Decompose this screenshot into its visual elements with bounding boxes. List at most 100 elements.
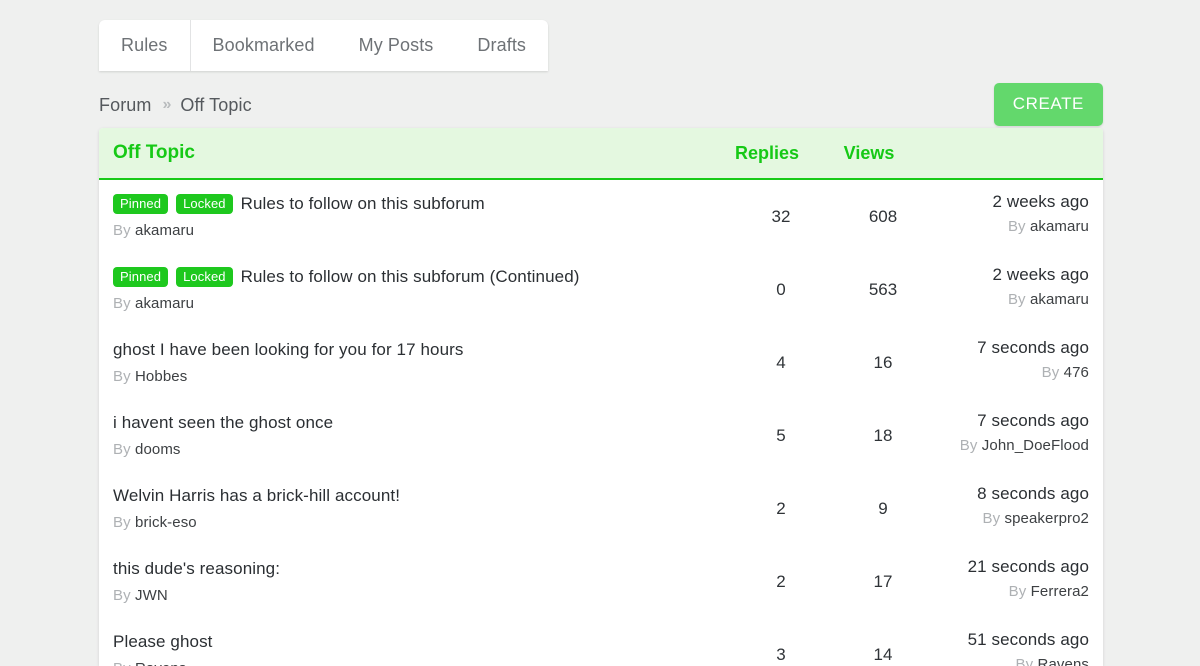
by-keyword: By <box>113 222 131 239</box>
tab-rules[interactable]: Rules <box>99 20 191 71</box>
last-activity-time: 51 seconds ago <box>967 630 1089 649</box>
thread-author: By dooms <box>113 441 333 458</box>
thread-author: By brick-eso <box>113 514 400 531</box>
table-row[interactable]: Please ghostBy Ravens31451 seconds agoBy… <box>99 618 1103 666</box>
tab-drafts[interactable]: Drafts <box>455 20 548 71</box>
forum-page: Rules Bookmarked My Posts Drafts Forum » Of… <box>0 0 1200 666</box>
by-keyword: By <box>1015 656 1034 666</box>
last-activity: 2 weeks ago By akamaru <box>992 265 1089 308</box>
by-keyword: By <box>959 437 978 454</box>
cell-views: 16 <box>873 352 893 372</box>
last-activity-time: 2 weeks ago <box>992 265 1089 284</box>
table-row[interactable]: ghost I have been looking for you for 17… <box>99 326 1103 399</box>
last-activity: 7 seconds ago By 476 <box>977 338 1089 381</box>
thread-author-name[interactable]: brick-eso <box>135 514 197 531</box>
by-keyword: By <box>1008 583 1027 600</box>
thread-table-card: Off Topic Replies Views Pinned Locked Rule… <box>99 128 1103 666</box>
last-activity-author: By Ferrera2 <box>968 583 1089 600</box>
thread-author-name[interactable]: akamaru <box>135 295 194 312</box>
table-row[interactable]: i havent seen the ghost once By dooms 5 18 7… <box>99 399 1103 472</box>
last-activity-author: By 476 <box>977 364 1089 381</box>
thread-author-name[interactable]: Ravens <box>135 660 186 666</box>
table-header: Off Topic Replies Views <box>99 128 1103 180</box>
cell-views: 563 <box>868 279 898 299</box>
cell-views: 9 <box>878 498 888 518</box>
thread-title[interactable]: this dude's reasoning: <box>113 559 280 579</box>
last-activity-author: By John_DoeFlood <box>960 437 1089 454</box>
thread-author: By Hobbes <box>113 368 464 385</box>
last-activity-author: By Ravens <box>968 656 1089 666</box>
last-activity-author-name[interactable]: Ravens <box>1038 656 1089 666</box>
last-activity: 51 seconds ago By Ravens <box>968 630 1089 666</box>
last-activity-author: By speakerpro2 <box>977 510 1089 527</box>
column-header-views[interactable]: Views <box>799 143 939 164</box>
table-row[interactable]: Pinned Locked Rules to follow on this subf… <box>99 180 1103 253</box>
thread-author: By JWN <box>113 587 280 604</box>
last-activity-author-name[interactable]: akamaru <box>1030 218 1089 235</box>
last-activity-author-name[interactable]: 476 <box>1064 364 1089 381</box>
thread-main: Please ghost By Ravens <box>113 630 213 666</box>
thread-author-name[interactable]: Hobbes <box>135 368 187 385</box>
last-activity: 21 seconds ago By Ferrera2 <box>968 557 1089 600</box>
table-row[interactable]: Pinned Locked Rules to follow on this subf… <box>99 253 1103 326</box>
last-activity-author-name[interactable]: Ferrera2 <box>1031 583 1089 600</box>
tab-my-posts[interactable]: My Posts <box>337 20 456 71</box>
breadcrumb-row: Forum » Off Topic CREATE <box>99 82 1103 128</box>
status-badge-locked: Locked <box>176 194 233 214</box>
last-activity-time: 7 seconds ago <box>977 338 1089 357</box>
table-row[interactable]: this dude's reasoning: By JWN 2 17 21 second… <box>99 545 1103 618</box>
chevron-double-right-icon: » <box>162 96 172 113</box>
last-activity-author: By akamaru <box>992 291 1089 308</box>
thread-author: By akamaru <box>113 222 485 239</box>
thread-main: Welvin Harris has a brick-hill account! B… <box>113 484 400 531</box>
thread-title[interactable]: Please ghost <box>113 632 213 652</box>
thread-main: Pinned Locked Rules to follow on this subf… <box>113 192 485 239</box>
by-keyword: By <box>113 587 131 604</box>
cell-views: 17 <box>873 571 893 591</box>
cell-views: 18 <box>873 425 893 445</box>
by-keyword: By <box>113 295 131 312</box>
thread-title[interactable]: Welvin Harris has a brick-hill account! <box>113 486 400 506</box>
thread-title-line: this dude's reasoning: <box>113 557 280 581</box>
tab-bookmarked[interactable]: Bookmarked <box>191 20 337 71</box>
breadcrumb-root[interactable]: Forum <box>99 95 152 116</box>
last-activity: 8 seconds ago By speakerpro2 <box>977 484 1089 527</box>
thread-title[interactable]: ghost I have been looking for you for 17… <box>113 340 464 360</box>
cell-views: 608 <box>868 206 898 226</box>
last-activity: 2 weeks ago By akamaru <box>992 192 1089 235</box>
thread-author: By akamaru <box>113 295 580 312</box>
by-keyword: By <box>113 441 131 458</box>
thread-title-line: Pinned Locked Rules to follow on this subf… <box>113 265 580 289</box>
create-button[interactable]: CREATE <box>993 83 1103 126</box>
by-keyword: By <box>1007 218 1026 235</box>
status-badge-pinned: Pinned <box>113 267 169 287</box>
thread-author-name[interactable]: JWN <box>135 587 168 604</box>
thread-main: ghost I have been looking for you for 17… <box>113 338 464 385</box>
status-badge-locked: Locked <box>176 267 233 287</box>
last-activity-author-name[interactable]: speakerpro2 <box>1005 510 1090 527</box>
thread-title[interactable]: Rules to follow on this subforum <box>241 194 485 214</box>
last-activity-author-name[interactable]: John_DoeFlood <box>982 437 1089 454</box>
thread-title[interactable]: Rules to follow on this subforum (Contin… <box>241 267 580 287</box>
cell-views: 14 <box>873 644 893 664</box>
by-keyword: By <box>113 514 131 531</box>
thread-title-line: Pinned Locked Rules to follow on this subf… <box>113 192 485 216</box>
breadcrumb-current: Off Topic <box>180 94 252 115</box>
thread-title[interactable]: i havent seen the ghost once <box>113 413 333 433</box>
column-header-title: Off Topic <box>113 142 195 163</box>
by-keyword: By <box>982 510 1001 527</box>
last-activity-time: 2 weeks ago <box>992 192 1089 211</box>
last-activity-time: 7 seconds ago <box>977 411 1089 430</box>
last-activity-author-name[interactable]: akamaru <box>1030 291 1089 308</box>
thread-title-line: i havent seen the ghost once <box>113 411 333 435</box>
thread-main: i havent seen the ghost once By dooms <box>113 411 333 458</box>
thread-author-name[interactable]: akamaru <box>135 222 194 239</box>
thread-author: By Ravens <box>113 660 213 666</box>
by-keyword: By <box>1041 364 1060 381</box>
by-keyword: By <box>113 368 131 385</box>
thread-title-line: Welvin Harris has a brick-hill account! <box>113 484 400 508</box>
table-row[interactable]: Welvin Harris has a brick-hill account! B… <box>99 472 1103 545</box>
thread-author-name[interactable]: dooms <box>135 441 181 458</box>
thread-list: Pinned Locked Rules to follow on this subf… <box>99 180 1103 666</box>
thread-main: this dude's reasoning: By JWN <box>113 557 280 604</box>
